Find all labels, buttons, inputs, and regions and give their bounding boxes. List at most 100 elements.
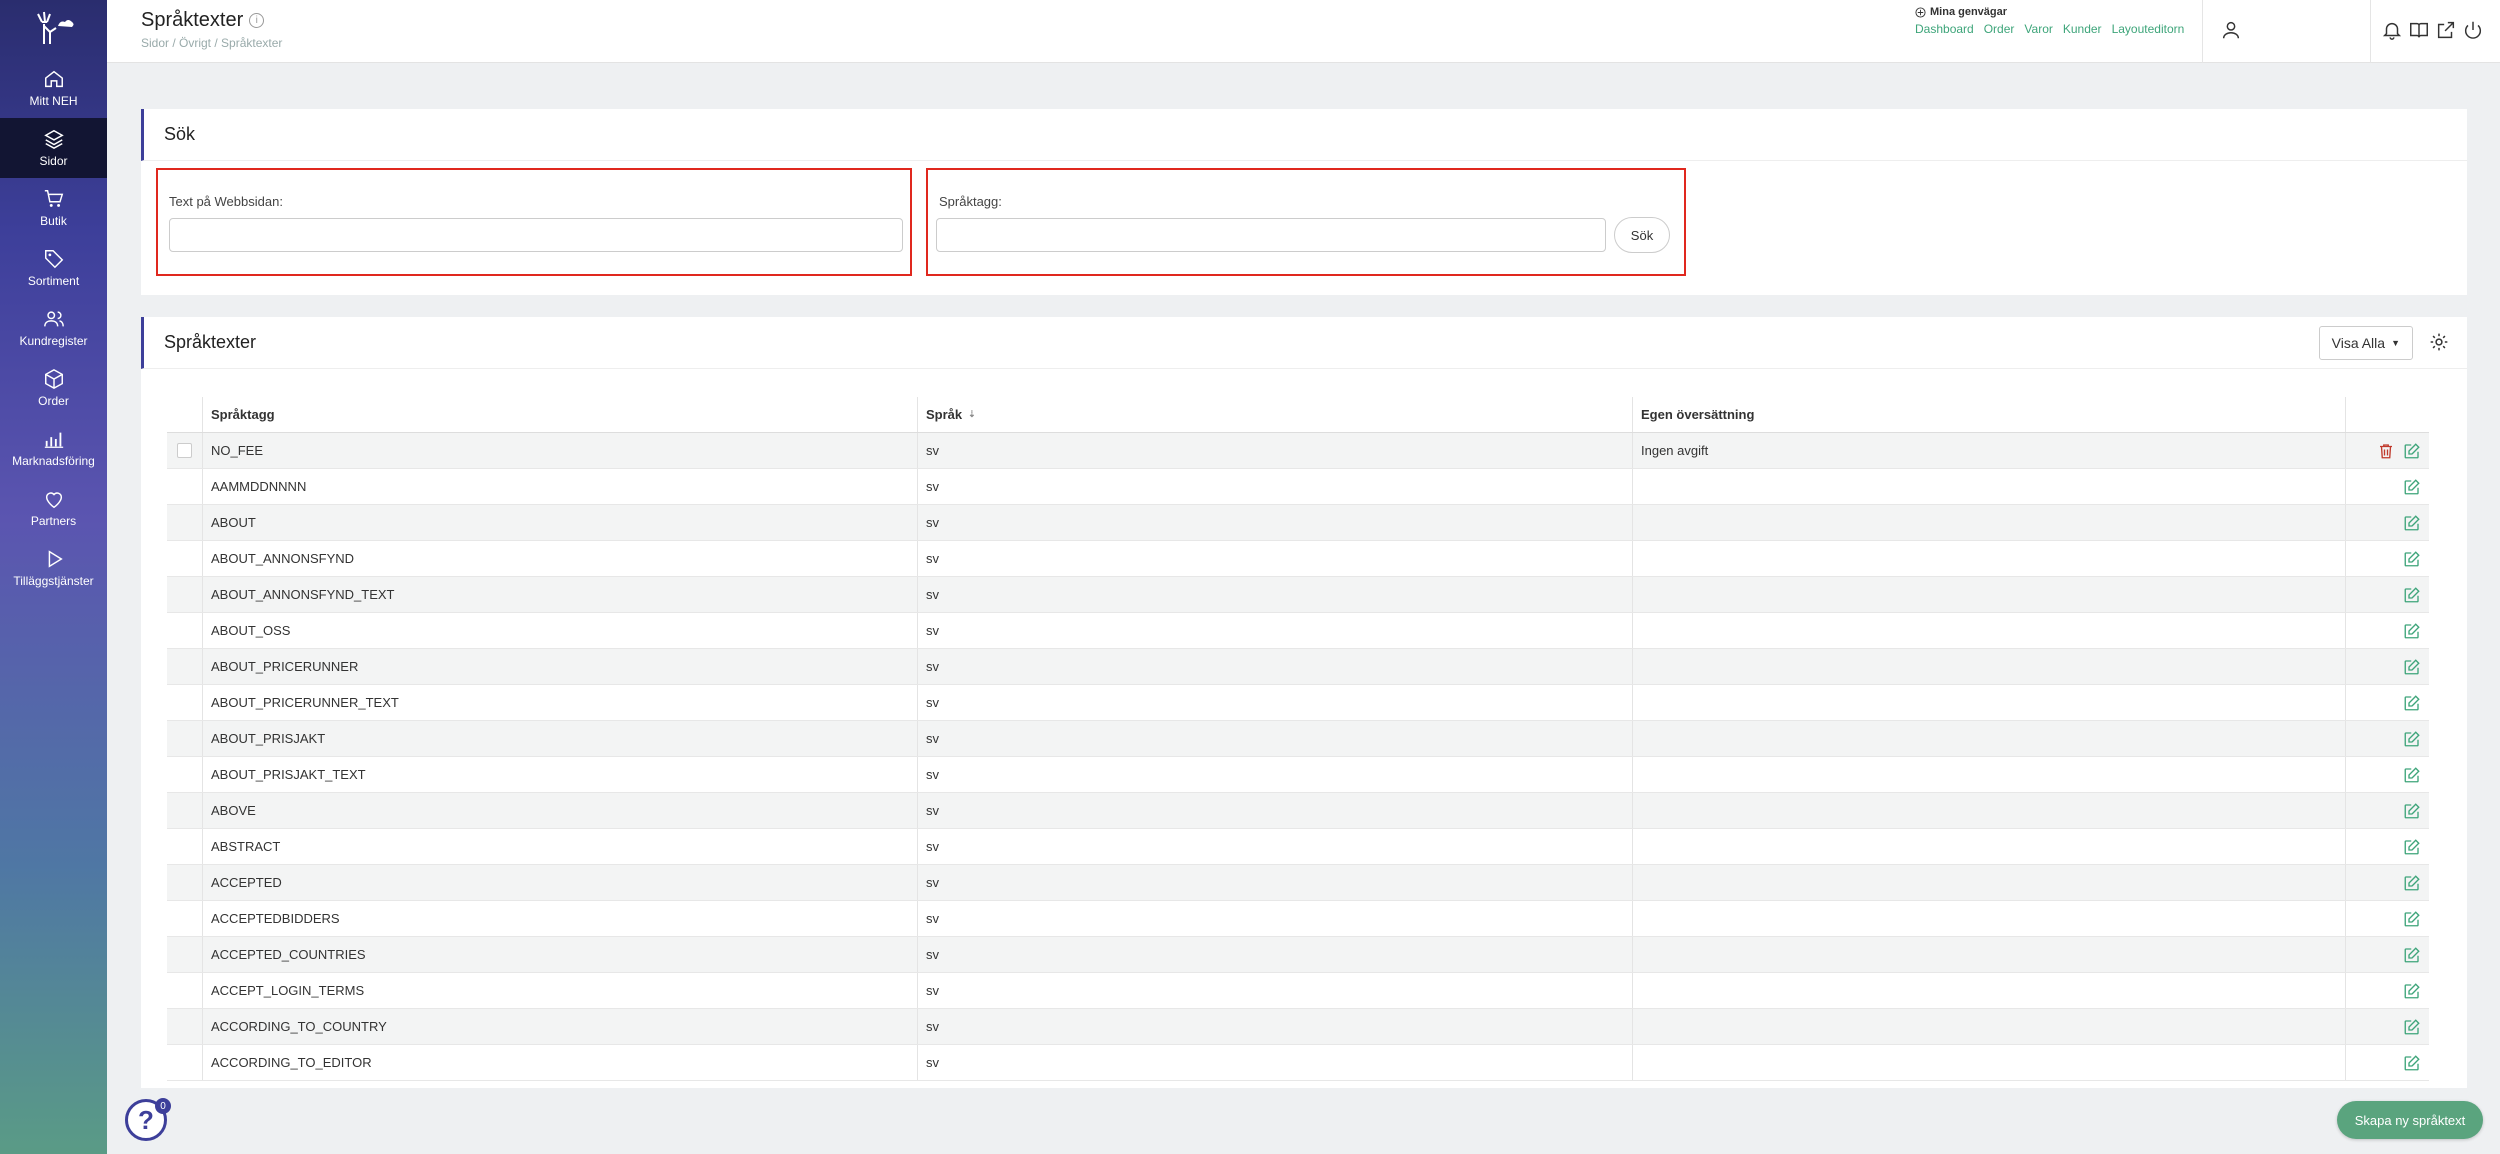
cell-language: sv [918, 937, 1633, 972]
edit-icon[interactable] [2403, 622, 2421, 640]
create-language-text-button[interactable]: Skapa ny språktext [2337, 1101, 2483, 1139]
shortcut-link[interactable]: Order [1984, 22, 2015, 36]
book-icon[interactable] [2408, 19, 2430, 41]
sidebar-item-kundregister[interactable]: Kundregister [0, 298, 107, 358]
sidebar-item-butik[interactable]: Butik [0, 178, 107, 238]
cell-own-translation [1633, 973, 2346, 1008]
gear-icon[interactable] [2429, 332, 2449, 352]
cell-own-translation [1633, 541, 2346, 576]
edit-icon[interactable] [2403, 838, 2421, 856]
plus-circle-icon [1915, 6, 1926, 18]
table-row: ABOUT sv [167, 505, 2429, 541]
row-actions [2346, 685, 2429, 720]
logo[interactable] [0, 0, 107, 58]
cell-language: sv [918, 865, 1633, 900]
edit-icon[interactable] [2403, 982, 2421, 1000]
sidebar-item-till-ggstj-nster[interactable]: Tilläggstjänster [0, 538, 107, 598]
search-button[interactable]: Sök [1614, 217, 1670, 253]
show-all-dropdown[interactable]: Visa Alla ▼ [2318, 326, 2413, 360]
text-search-input[interactable] [169, 218, 903, 252]
tag-search-group: Språktagg: Sök [926, 168, 1686, 276]
column-header-own-translation[interactable]: Egen översättning [1633, 397, 2346, 432]
cell-language: sv [918, 757, 1633, 792]
bell-icon[interactable] [2381, 19, 2403, 41]
sidebar-item-sidor[interactable]: Sidor [0, 118, 107, 178]
shortcut-link[interactable]: Dashboard [1915, 22, 1974, 36]
column-header-tag[interactable]: Språktagg [203, 397, 918, 432]
breadcrumb: Sidor / Övrigt / Språktexter [141, 36, 283, 50]
edit-icon[interactable] [2403, 550, 2421, 568]
table-row: ABOUT_PRICERUNNER_TEXT sv [167, 685, 2429, 721]
edit-icon[interactable] [2403, 910, 2421, 928]
sidebar-item-label: Partners [30, 514, 77, 528]
edit-icon[interactable] [2403, 730, 2421, 748]
cell-language: sv [918, 1045, 1633, 1080]
info-icon[interactable]: i [249, 13, 265, 28]
shortcut-link[interactable]: Kunder [2063, 22, 2102, 36]
cell-own-translation [1633, 757, 2346, 792]
cell-own-translation [1633, 937, 2346, 972]
row-actions [2346, 613, 2429, 648]
sidebar-item-partners[interactable]: Partners [0, 478, 107, 538]
shortcuts-title: Mina genvägar [1915, 6, 2184, 18]
table-row: ACCORDING_TO_EDITOR sv [167, 1045, 2429, 1081]
edit-icon[interactable] [2403, 1054, 2421, 1072]
edit-icon[interactable] [2403, 874, 2421, 892]
cell-language: sv [918, 685, 1633, 720]
shortcut-link[interactable]: Varor [2024, 22, 2052, 36]
cell-own-translation [1633, 469, 2346, 504]
table-row: ACCEPT_LOGIN_TERMS sv [167, 973, 2429, 1009]
table-row: ABOVE sv [167, 793, 2429, 829]
user-icon[interactable] [2220, 19, 2242, 41]
sidebar-item-label: Tilläggstjänster [13, 574, 94, 588]
cell-tag: ACCEPTEDBIDDERS [203, 901, 918, 936]
edit-icon[interactable] [2403, 514, 2421, 532]
table-row: ACCORDING_TO_COUNTRY sv [167, 1009, 2429, 1045]
cell-own-translation: Ingen avgift [1633, 433, 2346, 468]
sidebar-item-label: Order [38, 394, 69, 408]
table-row: ACCEPTED_COUNTRIES sv [167, 937, 2429, 973]
shortcut-link[interactable]: Layouteditorn [2112, 22, 2185, 36]
edit-icon[interactable] [2403, 442, 2421, 460]
cell-language: sv [918, 901, 1633, 936]
table-row: ABOUT_ANNONSFYND_TEXT sv [167, 577, 2429, 613]
sidebar-item-order[interactable]: Order [0, 358, 107, 418]
row-actions [2346, 721, 2429, 756]
cell-tag: ABOUT_PRISJAKT_TEXT [203, 757, 918, 792]
cell-own-translation [1633, 1009, 2346, 1044]
edit-icon[interactable] [2403, 946, 2421, 964]
sidebar-item-label: Sortiment [27, 274, 80, 288]
table-row: ABOUT_PRICERUNNER sv [167, 649, 2429, 685]
cell-tag: AAMMDDNNNN [203, 469, 918, 504]
sidebar-item-sortiment[interactable]: Sortiment [0, 238, 107, 298]
sidebar-item-marknadsf-ring[interactable]: Marknadsföring [0, 418, 107, 478]
external-link-icon[interactable] [2435, 19, 2457, 41]
edit-icon[interactable] [2403, 586, 2421, 604]
edit-icon[interactable] [2403, 658, 2421, 676]
power-icon[interactable] [2462, 19, 2484, 41]
cell-own-translation [1633, 505, 2346, 540]
edit-icon[interactable] [2403, 478, 2421, 496]
row-actions [2346, 973, 2429, 1008]
bar-chart-icon [44, 432, 63, 448]
cell-own-translation [1633, 685, 2346, 720]
layers-icon [43, 129, 64, 150]
edit-icon[interactable] [2403, 766, 2421, 784]
row-actions [2346, 541, 2429, 576]
cell-language: sv [918, 613, 1633, 648]
row-actions [2346, 1009, 2429, 1044]
edit-icon[interactable] [2403, 694, 2421, 712]
column-header-language[interactable]: Språk ⇣ [918, 397, 1633, 432]
cell-tag: ACCEPTED_COUNTRIES [203, 937, 918, 972]
cell-own-translation [1633, 901, 2346, 936]
edit-icon[interactable] [2403, 802, 2421, 820]
table-row: ABOUT_PRISJAKT sv [167, 721, 2429, 757]
caret-down-icon: ▼ [2391, 338, 2400, 348]
cell-tag: ABOUT_PRICERUNNER_TEXT [203, 685, 918, 720]
trash-icon[interactable] [2377, 442, 2395, 460]
edit-icon[interactable] [2403, 1018, 2421, 1036]
table-row: ABSTRACT sv [167, 829, 2429, 865]
tag-search-input[interactable] [936, 218, 1606, 252]
row-checkbox[interactable] [177, 443, 192, 458]
sidebar-item-mitt-neh[interactable]: Mitt NEH [0, 58, 107, 118]
